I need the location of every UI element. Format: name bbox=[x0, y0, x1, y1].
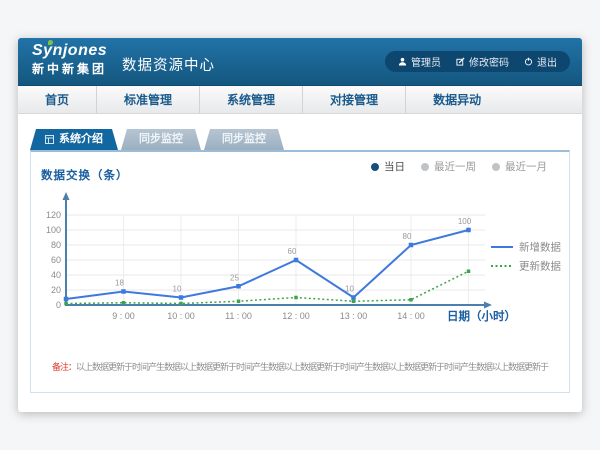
main-nav: 首页 标准管理 系统管理 对接管理 数据异动 bbox=[18, 86, 582, 114]
data-point bbox=[236, 284, 241, 289]
filter-option-label: 当日 bbox=[384, 159, 405, 174]
range-filter: 当日 最近一周 最近一月 bbox=[371, 159, 547, 174]
tab-label: 同步监控 bbox=[222, 129, 266, 150]
data-point bbox=[294, 258, 299, 263]
filter-option-2[interactable]: 最近一月 bbox=[492, 159, 547, 174]
logo: Synjones 新中新集团 bbox=[32, 43, 107, 75]
data-point-label: 10 bbox=[173, 285, 182, 294]
logo-wordmark: Synjones bbox=[32, 42, 107, 59]
tab-sync-monitor-2[interactable]: 同步监控 bbox=[204, 129, 284, 150]
x-tick-label: 14 : 00 bbox=[397, 311, 425, 321]
y-tick-label: 0 bbox=[56, 300, 61, 310]
app-header: Synjones 新中新集团 数据资源中心 管理员 修改密码 退出 bbox=[18, 38, 582, 86]
legend-label-1[interactable]: 更新数据 bbox=[519, 260, 561, 273]
grid-icon bbox=[45, 135, 54, 144]
tab-bar: 系统介绍 同步监控 同步监控 bbox=[30, 129, 582, 150]
data-point-label: 10 bbox=[345, 285, 354, 294]
y-tick-label: 20 bbox=[51, 285, 61, 295]
data-point bbox=[122, 301, 126, 305]
nav-item-data-change[interactable]: 数据异动 bbox=[405, 86, 508, 113]
data-point bbox=[64, 302, 68, 306]
y-tick-label: 120 bbox=[46, 210, 61, 220]
radio-icon bbox=[492, 163, 500, 171]
app-window: Synjones 新中新集团 数据资源中心 管理员 修改密码 退出 首页 标准管… bbox=[18, 38, 582, 412]
data-point-label: 60 bbox=[288, 247, 297, 256]
logo-subtext: 新中新集团 bbox=[32, 63, 107, 75]
filter-option-1[interactable]: 最近一周 bbox=[421, 159, 476, 174]
data-point bbox=[409, 298, 413, 302]
line-chart: 0 20 40 60 80 100 120 18 10 25 60 10 80 100 9 : 00 10 :… bbox=[35, 188, 565, 338]
nav-item-interface-mgmt[interactable]: 对接管理 bbox=[302, 86, 405, 113]
logout-button[interactable]: 退出 bbox=[524, 54, 557, 69]
footnote-text: 以上数据更新于时间产生数据以上数据更新于时间产生数据以上数据更新于时间产生数据以… bbox=[76, 362, 548, 372]
logo-leaf-icon bbox=[48, 40, 53, 45]
nav-item-home[interactable]: 首页 bbox=[18, 86, 96, 113]
data-point bbox=[351, 295, 356, 300]
x-tick-label: 10 : 00 bbox=[167, 311, 195, 321]
tab-label: 系统介绍 bbox=[59, 129, 103, 150]
y-tick-label: 40 bbox=[51, 270, 61, 280]
data-point-label: 100 bbox=[458, 217, 472, 226]
tab-sync-monitor-1[interactable]: 同步监控 bbox=[121, 129, 201, 150]
logout-label: 退出 bbox=[537, 54, 557, 69]
x-tick-label: 9 : 00 bbox=[112, 311, 135, 321]
tab-label: 同步监控 bbox=[139, 129, 183, 150]
data-point bbox=[179, 302, 183, 306]
data-point-label: 25 bbox=[230, 273, 239, 282]
x-axis-title: 日期（小时） bbox=[447, 309, 516, 323]
filter-option-label: 最近一月 bbox=[505, 159, 547, 174]
data-point bbox=[294, 296, 298, 300]
data-point bbox=[121, 289, 126, 294]
filter-option-0[interactable]: 当日 bbox=[371, 159, 405, 174]
y-tick-label: 100 bbox=[46, 225, 61, 235]
page-title: 数据资源中心 bbox=[122, 54, 215, 75]
data-point-label: 18 bbox=[115, 279, 124, 288]
radio-icon bbox=[371, 163, 379, 171]
power-icon bbox=[524, 57, 533, 66]
x-axis-arrow-icon bbox=[484, 302, 492, 309]
legend-label-0[interactable]: 新增数据 bbox=[519, 241, 561, 254]
x-tick-label: 12 : 00 bbox=[282, 311, 310, 321]
nav-item-standard-mgmt[interactable]: 标准管理 bbox=[96, 86, 199, 113]
user-icon bbox=[398, 57, 407, 66]
nav-item-system-mgmt[interactable]: 系统管理 bbox=[199, 86, 302, 113]
content-area: 系统介绍 同步监控 同步监控 当日 最近一周 最近一月 数据交换（条） 0 20 40 6… bbox=[18, 114, 582, 393]
filter-option-label: 最近一周 bbox=[434, 159, 476, 174]
data-point bbox=[467, 270, 471, 274]
chart-panel: 当日 最近一周 最近一月 数据交换（条） 0 20 40 60 80 100 120 18 10 25… bbox=[30, 150, 570, 393]
x-tick-label: 11 : 00 bbox=[225, 311, 252, 321]
series-line-1 bbox=[66, 271, 469, 303]
y-tick-label: 60 bbox=[51, 255, 61, 265]
data-point bbox=[409, 243, 414, 248]
change-password-label: 修改密码 bbox=[469, 54, 509, 69]
user-button[interactable]: 管理员 bbox=[398, 54, 441, 69]
data-point bbox=[64, 297, 69, 302]
data-point-label: 80 bbox=[403, 232, 412, 241]
edit-icon bbox=[456, 57, 465, 66]
data-point bbox=[237, 300, 241, 304]
tab-system-intro[interactable]: 系统介绍 bbox=[30, 129, 118, 150]
data-point bbox=[179, 295, 184, 300]
radio-icon bbox=[421, 163, 429, 171]
change-password-button[interactable]: 修改密码 bbox=[456, 54, 509, 69]
y-axis-arrow-icon bbox=[63, 192, 70, 200]
user-label: 管理员 bbox=[411, 54, 441, 69]
footnote: 备注：以上数据更新于时间产生数据以上数据更新于时间产生数据以上数据更新于时间产生… bbox=[31, 360, 569, 373]
logo-text: Synjones bbox=[32, 43, 107, 59]
footnote-prefix: 备注： bbox=[52, 362, 76, 372]
x-tick-label: 13 : 00 bbox=[340, 311, 368, 321]
y-tick-label: 80 bbox=[51, 240, 61, 250]
data-point bbox=[466, 228, 471, 233]
user-menu: 管理员 修改密码 退出 bbox=[385, 51, 570, 72]
y-axis-title: 数据交换（条） bbox=[41, 167, 129, 183]
data-point bbox=[352, 300, 356, 304]
